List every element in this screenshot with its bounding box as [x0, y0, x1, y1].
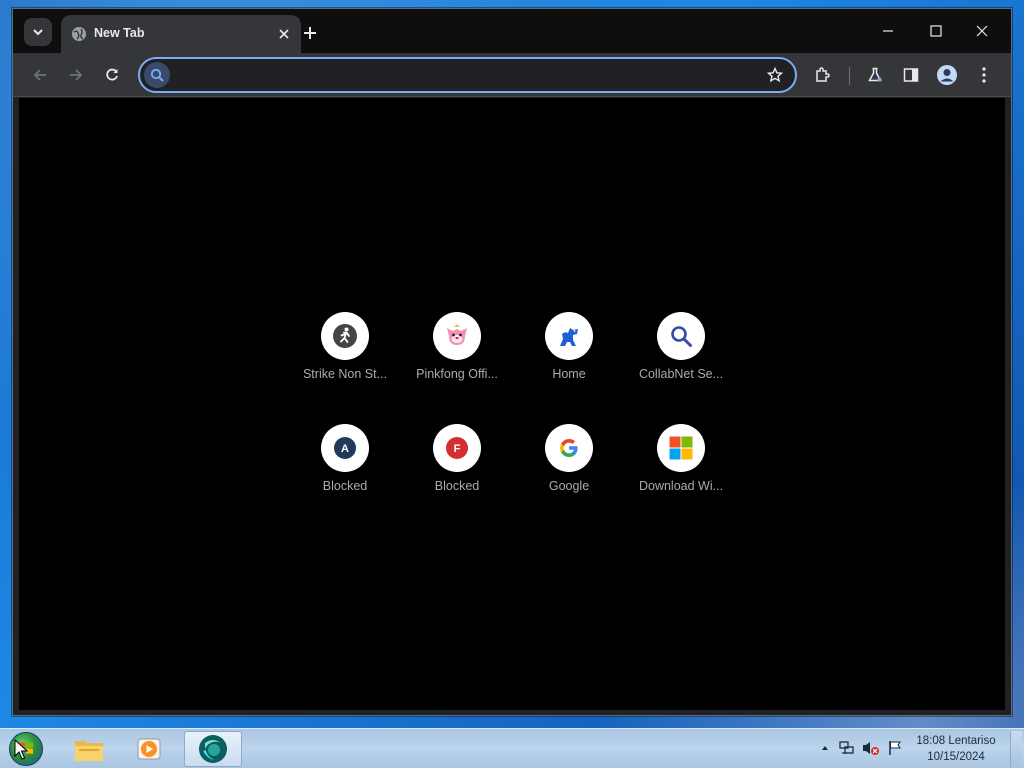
side-panel-button[interactable]: [897, 61, 925, 89]
action-center-tray-icon[interactable]: [886, 739, 904, 757]
reload-button[interactable]: [98, 61, 126, 89]
toolbar-divider: [849, 67, 850, 85]
globe-icon: [72, 27, 86, 41]
tab-search-button[interactable]: [24, 18, 52, 46]
minimize-button[interactable]: [865, 15, 911, 47]
letter-f-text: F: [454, 443, 461, 455]
flask-icon: [868, 67, 882, 82]
forward-button[interactable]: [62, 61, 90, 89]
mouse-cursor-icon: [14, 739, 28, 760]
pinkfong-icon: [447, 324, 467, 345]
show-hidden-icons-button[interactable]: [816, 739, 834, 757]
close-icon: [976, 25, 988, 37]
search-icon: [144, 62, 170, 88]
close-window-button[interactable]: [959, 15, 1005, 47]
clock[interactable]: 18:08 Lentariso 10/15/2024: [906, 733, 1006, 765]
arrow-right-icon: [70, 69, 83, 81]
close-icon: [279, 29, 289, 39]
folder-icon: [75, 741, 103, 761]
address-input[interactable]: [174, 65, 754, 85]
avatar-icon: [937, 65, 957, 85]
side-panel-icon: [903, 68, 919, 82]
tab-new-tab[interactable]: New Tab: [61, 15, 301, 53]
flag-icon: [889, 741, 901, 755]
shortcut-label: Google: [548, 479, 590, 493]
puzzle-icon: [816, 67, 830, 82]
shortcut-label: Strike Non St...: [302, 367, 388, 381]
letter-a-text: A: [341, 443, 349, 455]
shortcut-tile[interactable]: Download Wi...: [625, 406, 737, 510]
menu-button[interactable]: [970, 61, 998, 89]
star-icon: [767, 67, 783, 83]
shortcut-tile[interactable]: Google: [513, 406, 625, 510]
shortcut-label: Blocked: [322, 479, 368, 493]
labs-button[interactable]: [861, 61, 889, 89]
shortcut-tile[interactable]: A Blocked: [289, 406, 401, 510]
shortcut-label: Home: [552, 367, 586, 381]
shortcut-tile[interactable]: Strike Non St...: [289, 294, 401, 398]
taskbar-media-player[interactable]: [120, 731, 178, 767]
browser-app-icon: [199, 735, 227, 763]
shortcuts-grid: Strike Non St... Pinkfong Offi... Home C…: [289, 294, 737, 510]
shortcut-tile[interactable]: Pinkfong Offi...: [401, 294, 513, 398]
chevron-down-icon: [33, 29, 43, 36]
plus-icon: [304, 27, 316, 39]
shortcut-label: Blocked: [434, 479, 480, 493]
browser-window: New Tab Strike Non St... Pinkfong Offi..…: [12, 8, 1012, 716]
shortcut-label: CollabNet Se...: [638, 367, 724, 381]
speaker-muted-icon: [863, 742, 879, 755]
tab-strip: New Tab: [13, 9, 1011, 53]
arrow-left-icon: [33, 69, 46, 81]
maximize-button[interactable]: [913, 15, 959, 47]
profile-button[interactable]: [933, 61, 961, 89]
bookmark-star-button[interactable]: [763, 63, 787, 87]
microsoft-icon: [669, 436, 693, 460]
shortcut-tile[interactable]: Home: [513, 294, 625, 398]
taskbar: 18:08 Lentariso 10/15/2024: [0, 728, 1024, 768]
new-tab-page: Strike Non St... Pinkfong Offi... Home C…: [19, 98, 1005, 710]
omnibox[interactable]: [138, 57, 797, 93]
shortcut-tile[interactable]: F Blocked: [401, 406, 513, 510]
kebab-menu-icon: [982, 67, 986, 83]
new-tab-button[interactable]: [298, 21, 322, 45]
shortcut-tile[interactable]: CollabNet Se...: [625, 294, 737, 398]
letter-a-icon: A: [334, 437, 356, 459]
letter-f-icon: F: [446, 437, 468, 459]
network-icon: [839, 741, 854, 754]
network-tray-icon[interactable]: [838, 739, 856, 757]
reload-icon: [106, 68, 118, 81]
magnifier-icon: [671, 326, 692, 347]
show-desktop-button[interactable]: [1010, 731, 1022, 767]
taskbar-file-explorer[interactable]: [60, 731, 118, 767]
media-player-icon: [137, 738, 161, 760]
maximize-icon: [930, 25, 942, 37]
taskbar-browser[interactable]: [184, 731, 242, 767]
back-button[interactable]: [26, 61, 54, 89]
shortcut-label: Pinkfong Offi...: [416, 367, 498, 381]
clock-date: 10/15/2024: [927, 751, 985, 763]
clock-time: 18:08 Lentariso: [916, 735, 996, 747]
chevron-up-icon: [822, 746, 828, 750]
tab-title: New Tab: [94, 26, 145, 40]
toolbar: [13, 53, 1011, 97]
minimize-icon: [883, 30, 893, 32]
shortcut-label: Download Wi...: [638, 479, 724, 493]
google-icon: [560, 439, 578, 457]
strike-person-icon: [333, 324, 357, 348]
tab-close-button[interactable]: [275, 25, 293, 43]
extensions-button[interactable]: [809, 61, 837, 89]
dinosaur-icon: [560, 328, 578, 346]
volume-tray-icon[interactable]: [862, 739, 880, 757]
